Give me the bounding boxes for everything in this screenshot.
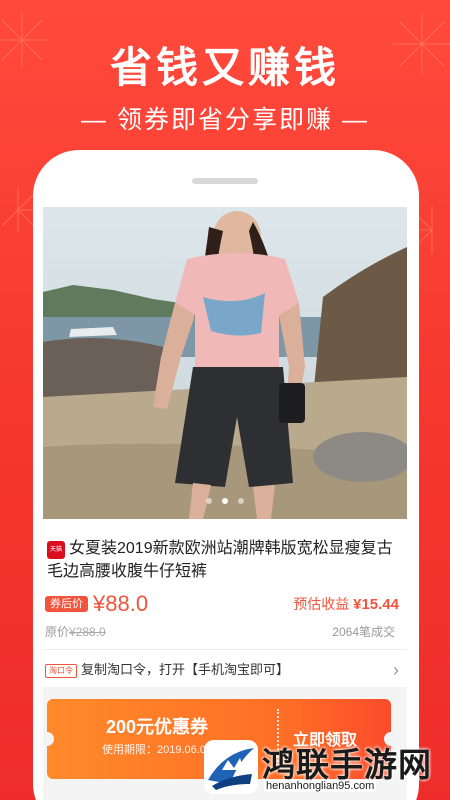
coupon-price: ¥88.0 [93, 591, 149, 616]
headline: 省钱又赚钱 [109, 44, 340, 91]
original-price-label: 原价 [45, 625, 70, 639]
earnings-label: 预估收益 [293, 596, 350, 612]
estimated-earnings: 预估收益 ¥15.44 [293, 587, 399, 622]
site-watermark: 鸿联手游网 henanhonglian95.com [196, 734, 450, 800]
chevron-right-icon: › [393, 660, 399, 680]
copy-taokouling-row[interactable]: 淘口令 复制淘口令，打开【手机淘宝即可】 › [43, 655, 407, 685]
subheadline: — 领券即省分享即赚 — [81, 106, 369, 134]
copy-instruction: 复制淘口令，打开【手机淘宝即可】 [81, 662, 290, 677]
tmall-icon: 天猫 [47, 541, 65, 559]
product-detail-screen: 天猫 女夏装2019新款欧洲站潮牌韩版宽松显瘦复古毛边高腰收腹牛仔短裤 券后价 ¥… [43, 207, 407, 800]
carousel-indicator [43, 491, 407, 509]
product-photo [43, 207, 407, 519]
divider [43, 649, 407, 650]
original-price-value: ¥288.0 [69, 625, 106, 639]
price-row: 券后价 ¥88.0 预估收益 ¥15.44 [45, 587, 405, 621]
product-image-carousel[interactable] [43, 207, 407, 519]
earnings-value: ¥15.44 [353, 596, 399, 613]
carousel-dot-active[interactable] [222, 498, 228, 504]
watermark-title: 鸿联手游网 [262, 746, 432, 783]
price-tag-badge: 券后价 [45, 596, 88, 612]
phone-speaker [192, 178, 258, 184]
sold-count: 2064笔成交 [332, 625, 395, 639]
watermark-url: henanhonglian95.com [264, 780, 377, 792]
watermark-logo-icon [204, 740, 258, 794]
product-title-text: 女夏装2019新款欧洲站潮牌韩版宽松显瘦复古毛边高腰收腹牛仔短裤 [47, 540, 393, 580]
meta-row: 原价¥288.0 2064笔成交 [45, 621, 403, 643]
taokouling-tag: 淘口令 [45, 664, 77, 678]
product-title: 天猫 女夏装2019新款欧洲站潮牌韩版宽松显瘦复古毛边高腰收腹牛仔短裤 [47, 537, 403, 583]
carousel-dot[interactable] [238, 498, 244, 504]
carousel-dot[interactable] [206, 498, 212, 504]
original-price: 原价¥288.0 [45, 625, 106, 639]
